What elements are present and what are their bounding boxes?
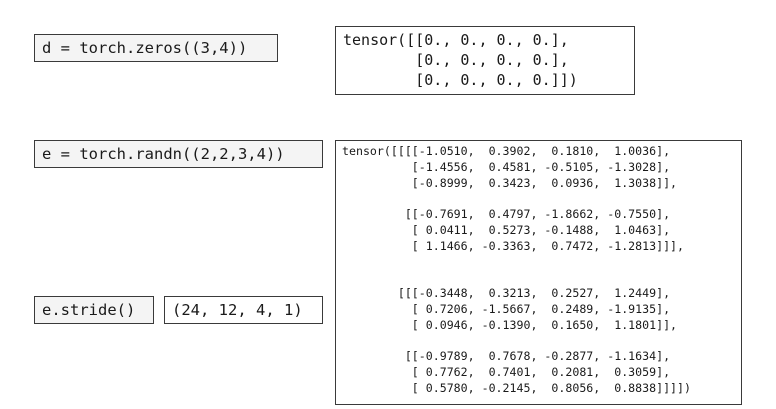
randn-code-cell[interactable]: e = torch.randn((2,2,3,4)) <box>34 140 323 168</box>
zeros-output: tensor([[0., 0., 0., 0.], [0., 0., 0., 0… <box>335 26 635 95</box>
randn-output: tensor([[[[-1.0510, 0.3902, 0.1810, 1.00… <box>335 140 742 405</box>
stride-output: (24, 12, 4, 1) <box>164 296 323 324</box>
stride-code-cell[interactable]: e.stride() <box>34 296 154 324</box>
zeros-code-cell[interactable]: d = torch.zeros((3,4)) <box>34 34 278 62</box>
